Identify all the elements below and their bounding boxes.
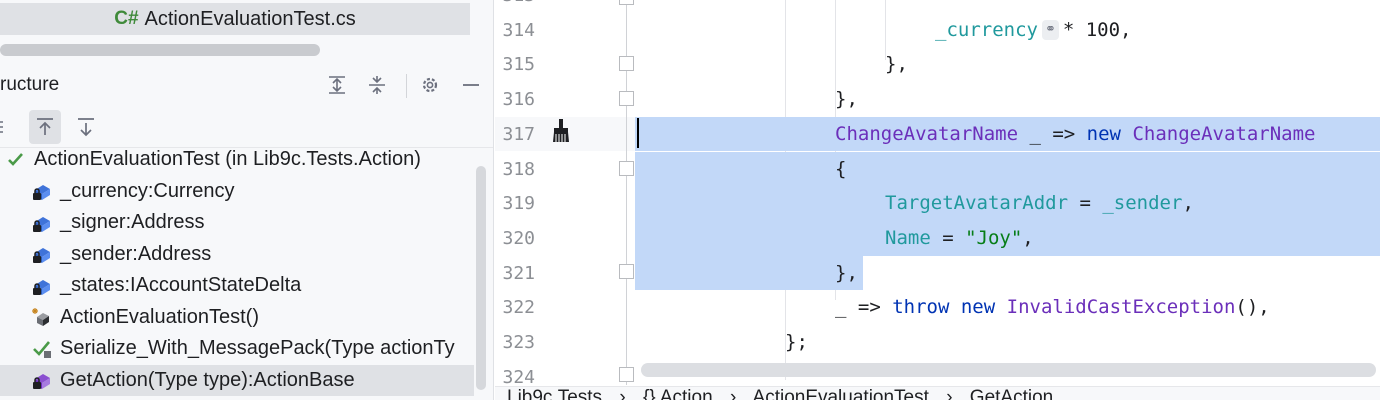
gear-icon[interactable] [417, 72, 443, 98]
tree-item-label: _sender:Address [60, 242, 212, 265]
text-caret [637, 118, 639, 148]
fold-marker-icon[interactable] [619, 161, 634, 176]
fold-marker-icon[interactable] [619, 264, 634, 279]
collapse-all-icon[interactable] [364, 72, 390, 98]
editor-file-tab[interactable]: C# ActionEvaluationTest.cs [0, 3, 470, 35]
code-line-314: _currency ⚭ * 100, [935, 18, 1132, 41]
tree-item-field[interactable]: _states:IAccountStateDelta [0, 270, 474, 301]
tree-item-label: ActionEvaluationTest() [60, 305, 259, 328]
code-line-322: _ => throw new InvalidCastException(), [835, 296, 1270, 319]
code-area[interactable]: _currency ⚭ * 100, }, }, ChangeAvatarName … [635, 0, 1380, 380]
navigate-from-source-icon[interactable] [29, 110, 61, 144]
code-line-319: TargetAvatarAddr = _sender, [635, 186, 1380, 221]
line-number: 321 [502, 262, 535, 284]
horizontal-scrollbar[interactable] [0, 44, 320, 56]
code-line-315: }, [885, 53, 908, 76]
code-line-321: }, [635, 255, 863, 291]
code-line-318: { [635, 151, 1380, 187]
vertical-scrollbar[interactable] [476, 166, 486, 390]
tree-item-field[interactable]: _signer:Address [0, 207, 474, 238]
tree-item-method-selected[interactable]: GetAction(Type type):ActionBase [0, 364, 474, 396]
test-method-icon [30, 337, 54, 361]
code-line-316: }, [835, 88, 858, 111]
tree-item-label: Serialize_With_MessagePack(Type actionTy [60, 337, 455, 359]
tree-item-label: _currency:Currency [60, 179, 235, 202]
code-line-317: ChangeAvatarName _ => new ChangeAvatarNa… [635, 116, 1380, 152]
private-method-icon [30, 368, 54, 392]
constructor-icon [30, 305, 54, 329]
sort-icon[interactable] [0, 110, 16, 144]
structure-tool-window: C# ActionEvaluationTest.cs ructure Actio… [0, 0, 494, 400]
code-cleanup-broom-icon[interactable] [549, 118, 573, 149]
line-number: 318 [502, 158, 535, 180]
tree-item-field[interactable]: _currency:Currency [0, 176, 474, 207]
fold-marker-icon[interactable] [619, 91, 634, 106]
breadcrumb-item-action[interactable]: {} Action [643, 387, 713, 400]
private-field-icon [30, 274, 54, 298]
line-number: 319 [502, 193, 535, 215]
line-number: 314 [502, 19, 535, 41]
breadcrumb: Lib9c.Tests › {} Action › ActionEvaluati… [495, 386, 1380, 400]
private-field-icon [30, 179, 54, 203]
line-number: 313 [495, 0, 535, 6]
breadcrumb-item-method[interactable]: GetAction [970, 387, 1053, 400]
breadcrumb-separator-icon: › [946, 387, 953, 400]
line-number: 322 [502, 297, 535, 319]
line-number: 317 [502, 123, 535, 145]
fold-marker-icon[interactable] [619, 367, 634, 382]
line-number: 324 [502, 366, 535, 388]
breadcrumb-item-class[interactable]: ActionEvaluationTest [753, 387, 929, 400]
tree-item-label: GetAction(Type type):ActionBase [60, 368, 355, 391]
expand-all-icon[interactable] [324, 72, 350, 98]
breadcrumb-item-namespace[interactable]: Lib9c.Tests [507, 387, 602, 400]
csharp-file-icon: C# [114, 8, 139, 29]
line-number: 316 [502, 89, 535, 111]
structure-toolbar [0, 108, 493, 148]
private-field-icon [30, 211, 54, 235]
structure-header: ructure [0, 66, 493, 104]
tree-item-constructor[interactable]: ActionEvaluationTest() [0, 302, 474, 333]
private-field-icon [30, 242, 54, 266]
inlay-hint-chip[interactable]: ⚭ [1041, 20, 1059, 41]
line-number: 315 [502, 54, 535, 76]
structure-title: ructure [0, 74, 60, 95]
file-tab-label: ActionEvaluationTest.cs [144, 7, 356, 30]
minimize-icon[interactable] [458, 72, 484, 98]
tree-item-test-method[interactable]: Serialize_With_MessagePack(Type actionTy [0, 333, 474, 364]
editor-gutter: 313 314 315 316 317 318 319 320 321 322 … [495, 0, 635, 400]
test-class-icon [4, 148, 28, 172]
breadcrumb-separator-icon: › [619, 387, 626, 400]
editor-horizontal-scrollbar[interactable] [641, 363, 1376, 377]
tree-item-label: ActionEvaluationTest (in Lib9c.Tests.Act… [34, 148, 421, 170]
breadcrumb-separator-icon: › [729, 387, 737, 400]
tree-item-label: _states:IAccountStateDelta [60, 274, 302, 296]
tree-item-field[interactable]: _sender:Address [0, 239, 474, 270]
fold-marker-icon[interactable] [619, 0, 634, 5]
tree-item-class[interactable]: ActionEvaluationTest (in Lib9c.Tests.Act… [0, 144, 474, 175]
fold-marker-icon[interactable] [619, 56, 634, 71]
line-number: 320 [502, 227, 535, 249]
header-divider [406, 74, 407, 98]
line-number: 323 [502, 332, 535, 353]
code-line-323: }; [785, 331, 808, 353]
navigate-to-source-icon[interactable] [70, 110, 102, 144]
code-editor[interactable]: 313 314 315 316 317 318 319 320 321 322 … [495, 0, 1380, 400]
tree-item-label: _signer:Address [60, 211, 205, 233]
code-line-320: Name = "Joy", [635, 220, 1380, 256]
